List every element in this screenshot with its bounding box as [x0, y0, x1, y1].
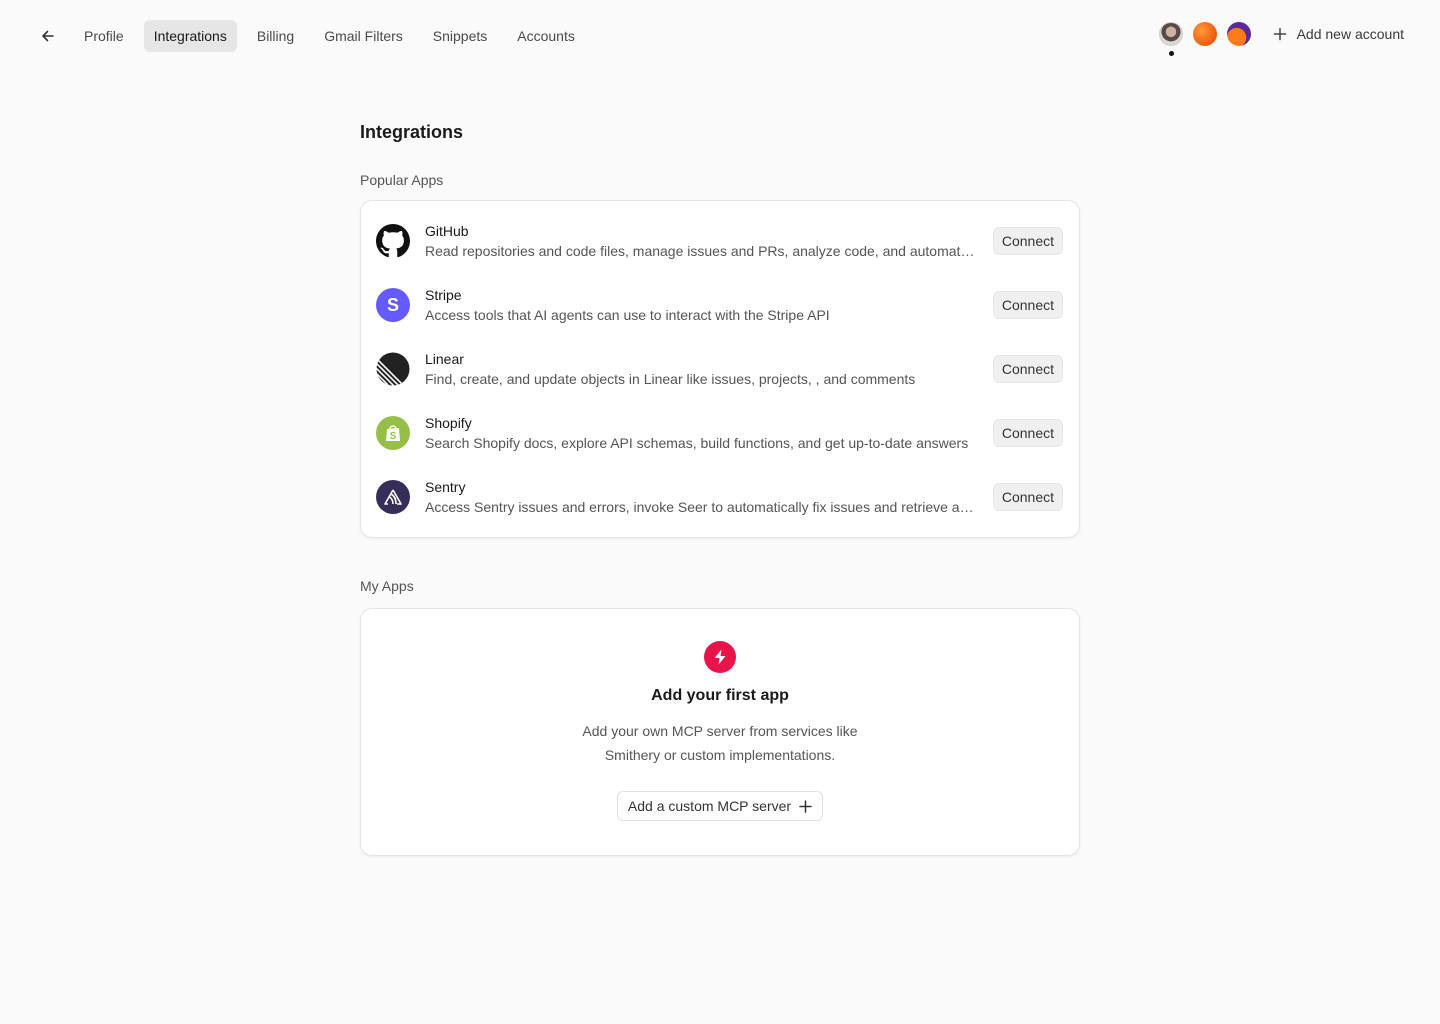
- plus-icon: [799, 799, 812, 813]
- github-icon: [376, 224, 410, 258]
- app-row-sentry: Sentry Access Sentry issues and errors, …: [361, 465, 1079, 529]
- page-title: Integrations: [360, 122, 464, 142]
- stripe-icon: S: [376, 288, 410, 322]
- tab-profile[interactable]: Profile: [74, 20, 134, 52]
- avatar-account-3[interactable]: [1226, 22, 1251, 46]
- empty-state-title: Add your first app: [651, 687, 789, 704]
- app-description: Find, create, and update objects in Line…: [425, 371, 916, 387]
- app-description: Access tools that AI agents can use to i…: [425, 307, 830, 323]
- top-nav: Profile Integrations Billing Gmail Filte…: [0, 0, 1440, 72]
- connect-button-stripe[interactable]: Connect: [992, 291, 1063, 319]
- back-button[interactable]: [36, 24, 60, 48]
- app-row-github: GitHub Read repositories and code files,…: [361, 209, 1079, 273]
- my-apps-label: My Apps: [360, 578, 414, 594]
- sentry-icon: [376, 480, 410, 514]
- connect-button-shopify[interactable]: Connect: [992, 419, 1063, 447]
- app-description: Access Sentry issues and errors, invoke …: [425, 499, 977, 515]
- avatar-account-1[interactable]: [1158, 22, 1183, 56]
- plus-icon: [1273, 27, 1287, 41]
- app-name: Linear: [425, 351, 464, 367]
- app-name: GitHub: [425, 223, 469, 239]
- app-name: Shopify: [425, 415, 472, 431]
- tab-snippets[interactable]: Snippets: [423, 20, 497, 52]
- connect-button-sentry[interactable]: Connect: [992, 483, 1063, 511]
- app-name: Stripe: [425, 287, 462, 303]
- tab-billing[interactable]: Billing: [247, 20, 304, 52]
- connect-button-github[interactable]: Connect: [992, 227, 1063, 255]
- my-apps-empty-state: Add your first app Add your own MCP serv…: [360, 608, 1080, 856]
- svg-text:S: S: [390, 431, 397, 442]
- svg-text:S: S: [387, 295, 399, 315]
- linear-icon: [376, 352, 410, 386]
- lightning-bolt-icon: [704, 641, 736, 673]
- app-description: Read repositories and code files, manage…: [425, 243, 977, 259]
- settings-tabs: Profile Integrations Billing Gmail Filte…: [74, 20, 595, 52]
- shopify-icon: S: [376, 416, 410, 450]
- add-new-account-button[interactable]: Add new account: [1273, 26, 1404, 42]
- main-content: Integrations Popular Apps GitHub Read re…: [360, 118, 1080, 856]
- tab-gmail-filters[interactable]: Gmail Filters: [314, 20, 413, 52]
- account-switcher: Add new account: [1158, 22, 1404, 56]
- app-text: Linear Find, create, and update objects …: [425, 349, 977, 389]
- avatar-account-2[interactable]: [1192, 22, 1217, 46]
- app-row-linear: Linear Find, create, and update objects …: [361, 337, 1079, 401]
- add-custom-mcp-server-button[interactable]: Add a custom MCP server: [616, 791, 824, 821]
- app-row-stripe: S Stripe Access tools that AI agents can…: [361, 273, 1079, 337]
- connect-button-linear[interactable]: Connect: [992, 355, 1063, 383]
- app-text: GitHub Read repositories and code files,…: [425, 221, 977, 261]
- app-text: Stripe Access tools that AI agents can u…: [425, 285, 977, 325]
- tab-integrations[interactable]: Integrations: [143, 20, 237, 52]
- app-text: Shopify Search Shopify docs, explore API…: [425, 413, 977, 453]
- popular-apps-label: Popular Apps: [360, 172, 444, 188]
- app-row-shopify: S Shopify Search Shopify docs, explore A…: [361, 401, 1079, 465]
- app-text: Sentry Access Sentry issues and errors, …: [425, 477, 977, 517]
- add-new-account-label: Add new account: [1296, 26, 1404, 42]
- app-description: Search Shopify docs, explore API schemas…: [425, 435, 969, 451]
- arrow-left-icon: [42, 30, 54, 42]
- empty-state-description: Add your own MCP server from services li…: [582, 723, 858, 763]
- app-name: Sentry: [425, 479, 466, 495]
- popular-apps-list: GitHub Read repositories and code files,…: [360, 200, 1080, 538]
- tab-accounts[interactable]: Accounts: [507, 20, 585, 52]
- add-custom-mcp-server-label: Add a custom MCP server: [627, 798, 792, 814]
